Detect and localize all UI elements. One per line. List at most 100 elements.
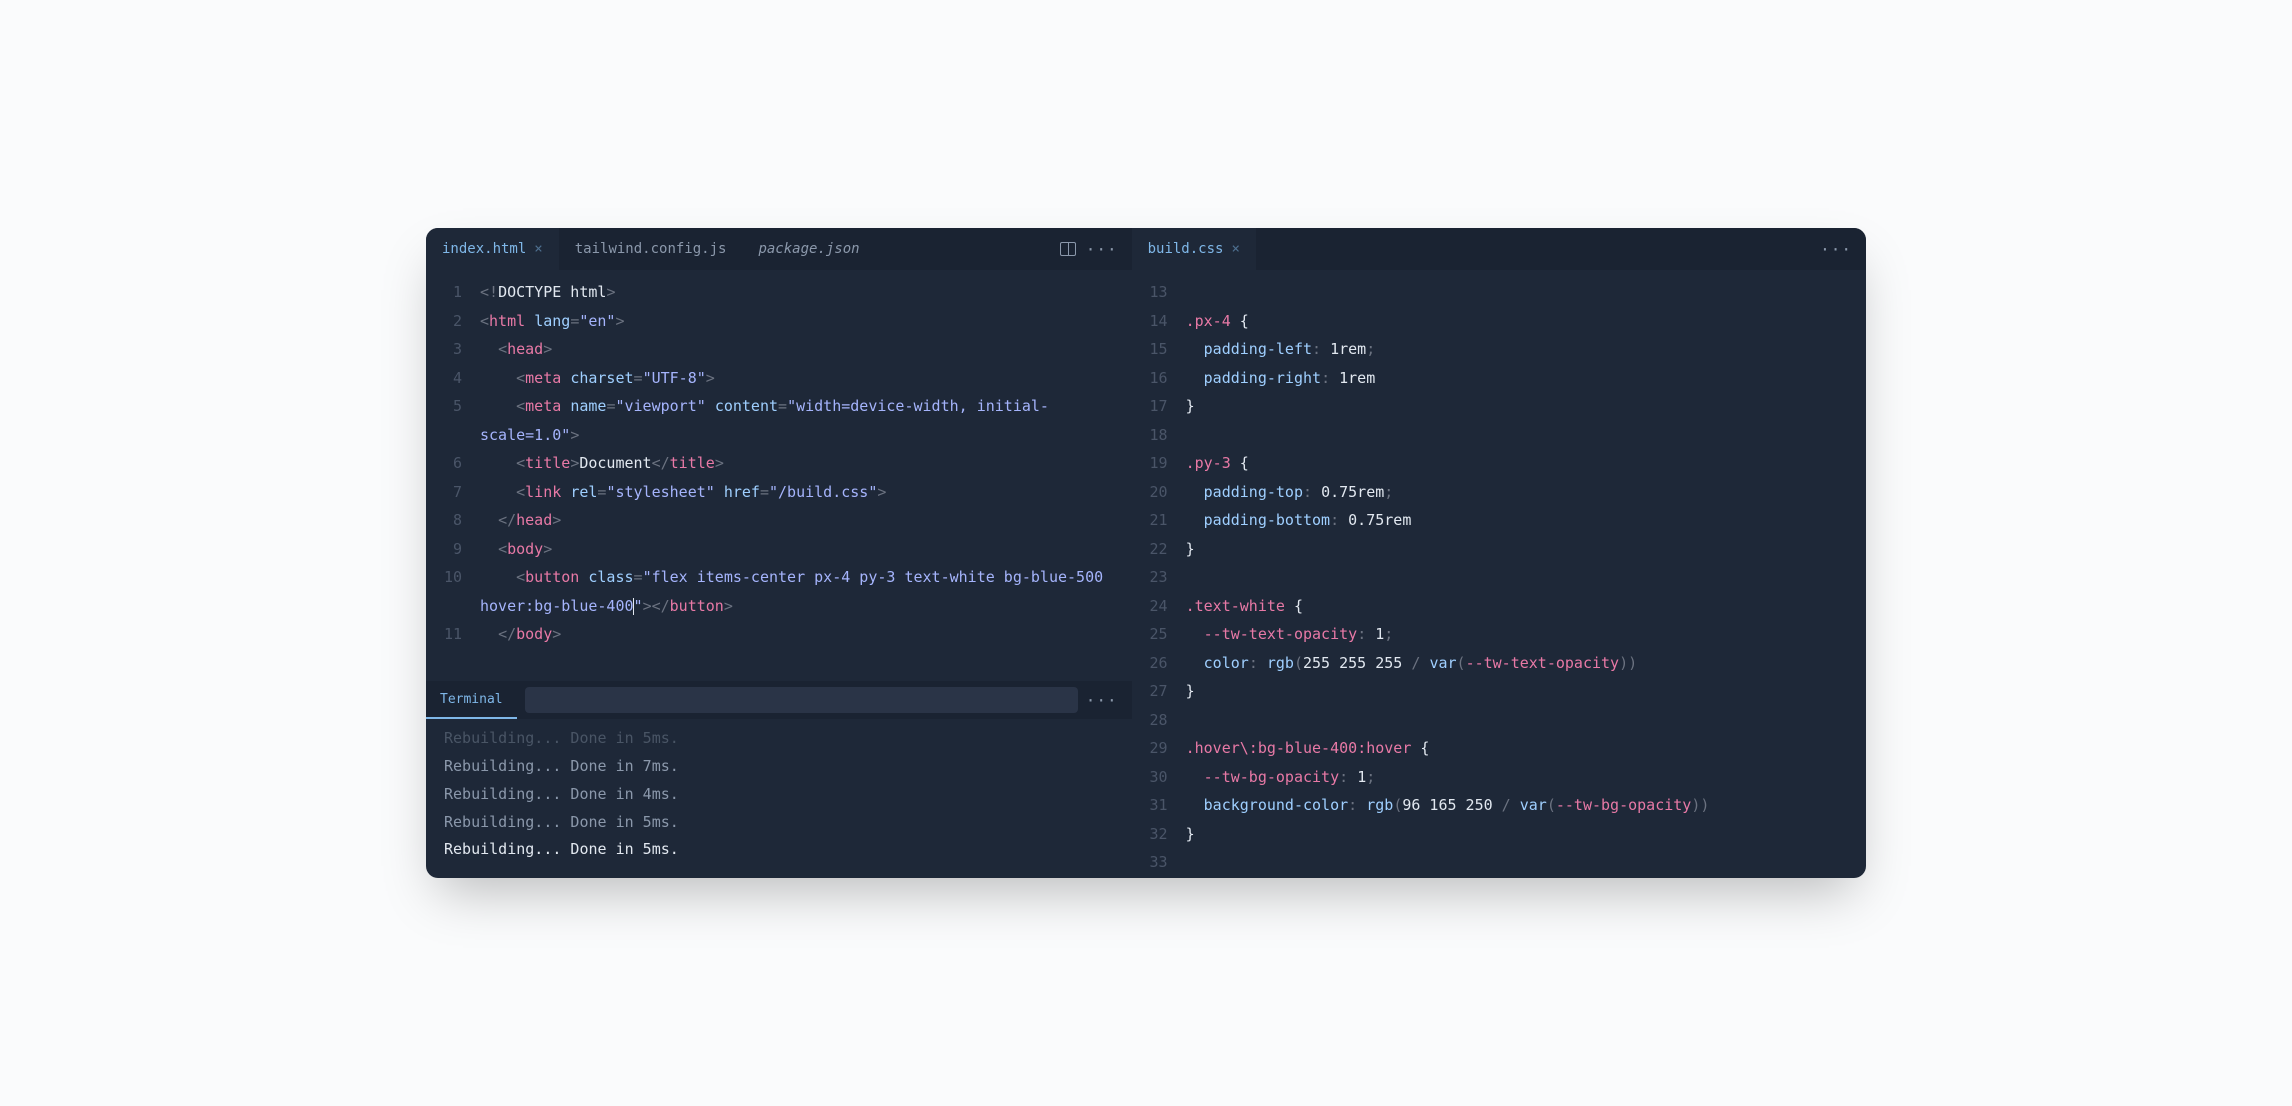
line-number: 23 [1132, 563, 1186, 592]
close-icon[interactable]: × [1231, 241, 1239, 257]
line-number: 15 [1132, 335, 1186, 364]
line-content: </body> [480, 620, 1132, 649]
code-line: 23 [1132, 563, 1866, 592]
line-number: 32 [1132, 820, 1186, 849]
code-line: 28 [1132, 706, 1866, 735]
code-line: 16 padding-right: 1rem [1132, 364, 1866, 393]
terminal-line: Rebuilding... Done in 7ms. [444, 753, 1114, 781]
tab-build-css[interactable]: build.css× [1132, 228, 1256, 270]
line-content [1186, 278, 1866, 307]
line-number: 16 [1132, 364, 1186, 393]
line-number: 17 [1132, 392, 1186, 421]
line-number: 28 [1132, 706, 1186, 735]
line-number: 29 [1132, 734, 1186, 763]
left-pane: index.html × tailwind.config.js package.jso… [426, 228, 1132, 878]
code-line: 7 <link rel="stylesheet" href="/build.cs… [426, 478, 1132, 507]
line-content: } [1186, 392, 1866, 421]
tabbar-actions-right: ··· [1820, 240, 1866, 259]
line-content: padding-bottom: 0.75rem [1186, 506, 1866, 535]
line-content: <meta name="viewport" content="width=dev… [480, 392, 1132, 449]
code-line: 11 </body> [426, 620, 1132, 649]
line-content: <!DOCTYPE html> [480, 278, 1132, 307]
line-number: 31 [1132, 791, 1186, 820]
code-line: 22} [1132, 535, 1866, 564]
line-number: 33 [1132, 848, 1186, 877]
line-number: 20 [1132, 478, 1186, 507]
terminal-tab[interactable]: Terminal [426, 681, 517, 719]
code-line: 6 <title>Document</title> [426, 449, 1132, 478]
line-content: padding-left: 1rem; [1186, 335, 1866, 364]
code-line: 24.text-white { [1132, 592, 1866, 621]
line-number: 9 [426, 535, 480, 564]
line-number: 6 [426, 449, 480, 478]
line-number: 21 [1132, 506, 1186, 535]
line-content: background-color: rgb(96 165 250 / var(-… [1186, 791, 1866, 820]
line-content: } [1186, 677, 1866, 706]
code-line: 32} [1132, 820, 1866, 849]
line-number: 5 [426, 392, 480, 449]
line-number: 8 [426, 506, 480, 535]
line-number: 13 [1132, 278, 1186, 307]
right-tabbar: build.css× ··· [1132, 228, 1866, 270]
terminal-more-icon[interactable]: ··· [1086, 691, 1132, 710]
code-line: 29.hover\:bg-blue-400:hover { [1132, 734, 1866, 763]
terminal-line: Rebuilding... Done in 5ms. [444, 809, 1114, 837]
line-number: 10 [426, 563, 480, 620]
right-pane: build.css× ··· 1314.px-4 {15 padding-lef… [1132, 228, 1866, 878]
code-line: 3 <head> [426, 335, 1132, 364]
terminal-header: Terminal ··· [426, 681, 1132, 719]
code-line: 30 --tw-bg-opacity: 1; [1132, 763, 1866, 792]
left-tabbar: index.html × tailwind.config.js package.jso… [426, 228, 1132, 270]
code-line: 10 <button class="flex items-center px-4… [426, 563, 1132, 620]
line-number: 22 [1132, 535, 1186, 564]
code-line: 4 <meta charset="UTF-8"> [426, 364, 1132, 393]
code-line: 14.px-4 { [1132, 307, 1866, 336]
tab-label: index.html [442, 241, 526, 257]
tab-index-html[interactable]: index.html × [426, 228, 559, 270]
line-content: } [1186, 535, 1866, 564]
line-number: 4 [426, 364, 480, 393]
right-code-area[interactable]: 1314.px-4 {15 padding-left: 1rem;16 padd… [1132, 270, 1866, 878]
more-icon[interactable]: ··· [1086, 240, 1118, 259]
more-icon[interactable]: ··· [1820, 240, 1852, 259]
line-number: 2 [426, 307, 480, 336]
line-number: 7 [426, 478, 480, 507]
code-line: 18 [1132, 421, 1866, 450]
code-line: 9 <body> [426, 535, 1132, 564]
line-content: padding-top: 0.75rem; [1186, 478, 1866, 507]
terminal-output[interactable]: Rebuilding... Done in 5ms.Rebuilding... … [426, 719, 1132, 878]
code-line: 25 --tw-text-opacity: 1; [1132, 620, 1866, 649]
code-line: 19.py-3 { [1132, 449, 1866, 478]
code-line: 17} [1132, 392, 1866, 421]
line-content: .hover\:bg-blue-400:hover { [1186, 734, 1866, 763]
line-number: 3 [426, 335, 480, 364]
line-content: <link rel="stylesheet" href="/build.css"… [480, 478, 1132, 507]
tab-label: tailwind.config.js [575, 241, 727, 257]
code-line: 26 color: rgb(255 255 255 / var(--tw-tex… [1132, 649, 1866, 678]
terminal-input-area[interactable] [525, 687, 1078, 713]
code-line: 2<html lang="en"> [426, 307, 1132, 336]
close-icon[interactable]: × [534, 241, 542, 257]
line-number: 26 [1132, 649, 1186, 678]
terminal-line: Rebuilding... Done in 5ms. [444, 836, 1114, 864]
line-content [1186, 848, 1866, 877]
line-content: padding-right: 1rem [1186, 364, 1866, 393]
terminal-line: Rebuilding... Done in 5ms. [444, 725, 1114, 753]
code-line: 20 padding-top: 0.75rem; [1132, 478, 1866, 507]
line-content: <html lang="en"> [480, 307, 1132, 336]
code-line: 8 </head> [426, 506, 1132, 535]
line-content: .py-3 { [1186, 449, 1866, 478]
line-content: </head> [480, 506, 1132, 535]
left-code-area[interactable]: 1<!DOCTYPE html>2<html lang="en">3 <head… [426, 270, 1132, 681]
tab-package-json[interactable]: package.json [742, 228, 875, 270]
split-editor-icon[interactable] [1060, 242, 1076, 256]
line-number: 14 [1132, 307, 1186, 336]
tabbar-actions: ··· [1060, 240, 1132, 259]
tab-tailwind-config-js[interactable]: tailwind.config.js [559, 228, 743, 270]
line-content: <body> [480, 535, 1132, 564]
line-content: <button class="flex items-center px-4 py… [480, 563, 1132, 620]
line-content: <head> [480, 335, 1132, 364]
line-number: 27 [1132, 677, 1186, 706]
line-content: --tw-bg-opacity: 1; [1186, 763, 1866, 792]
code-line: 21 padding-bottom: 0.75rem [1132, 506, 1866, 535]
